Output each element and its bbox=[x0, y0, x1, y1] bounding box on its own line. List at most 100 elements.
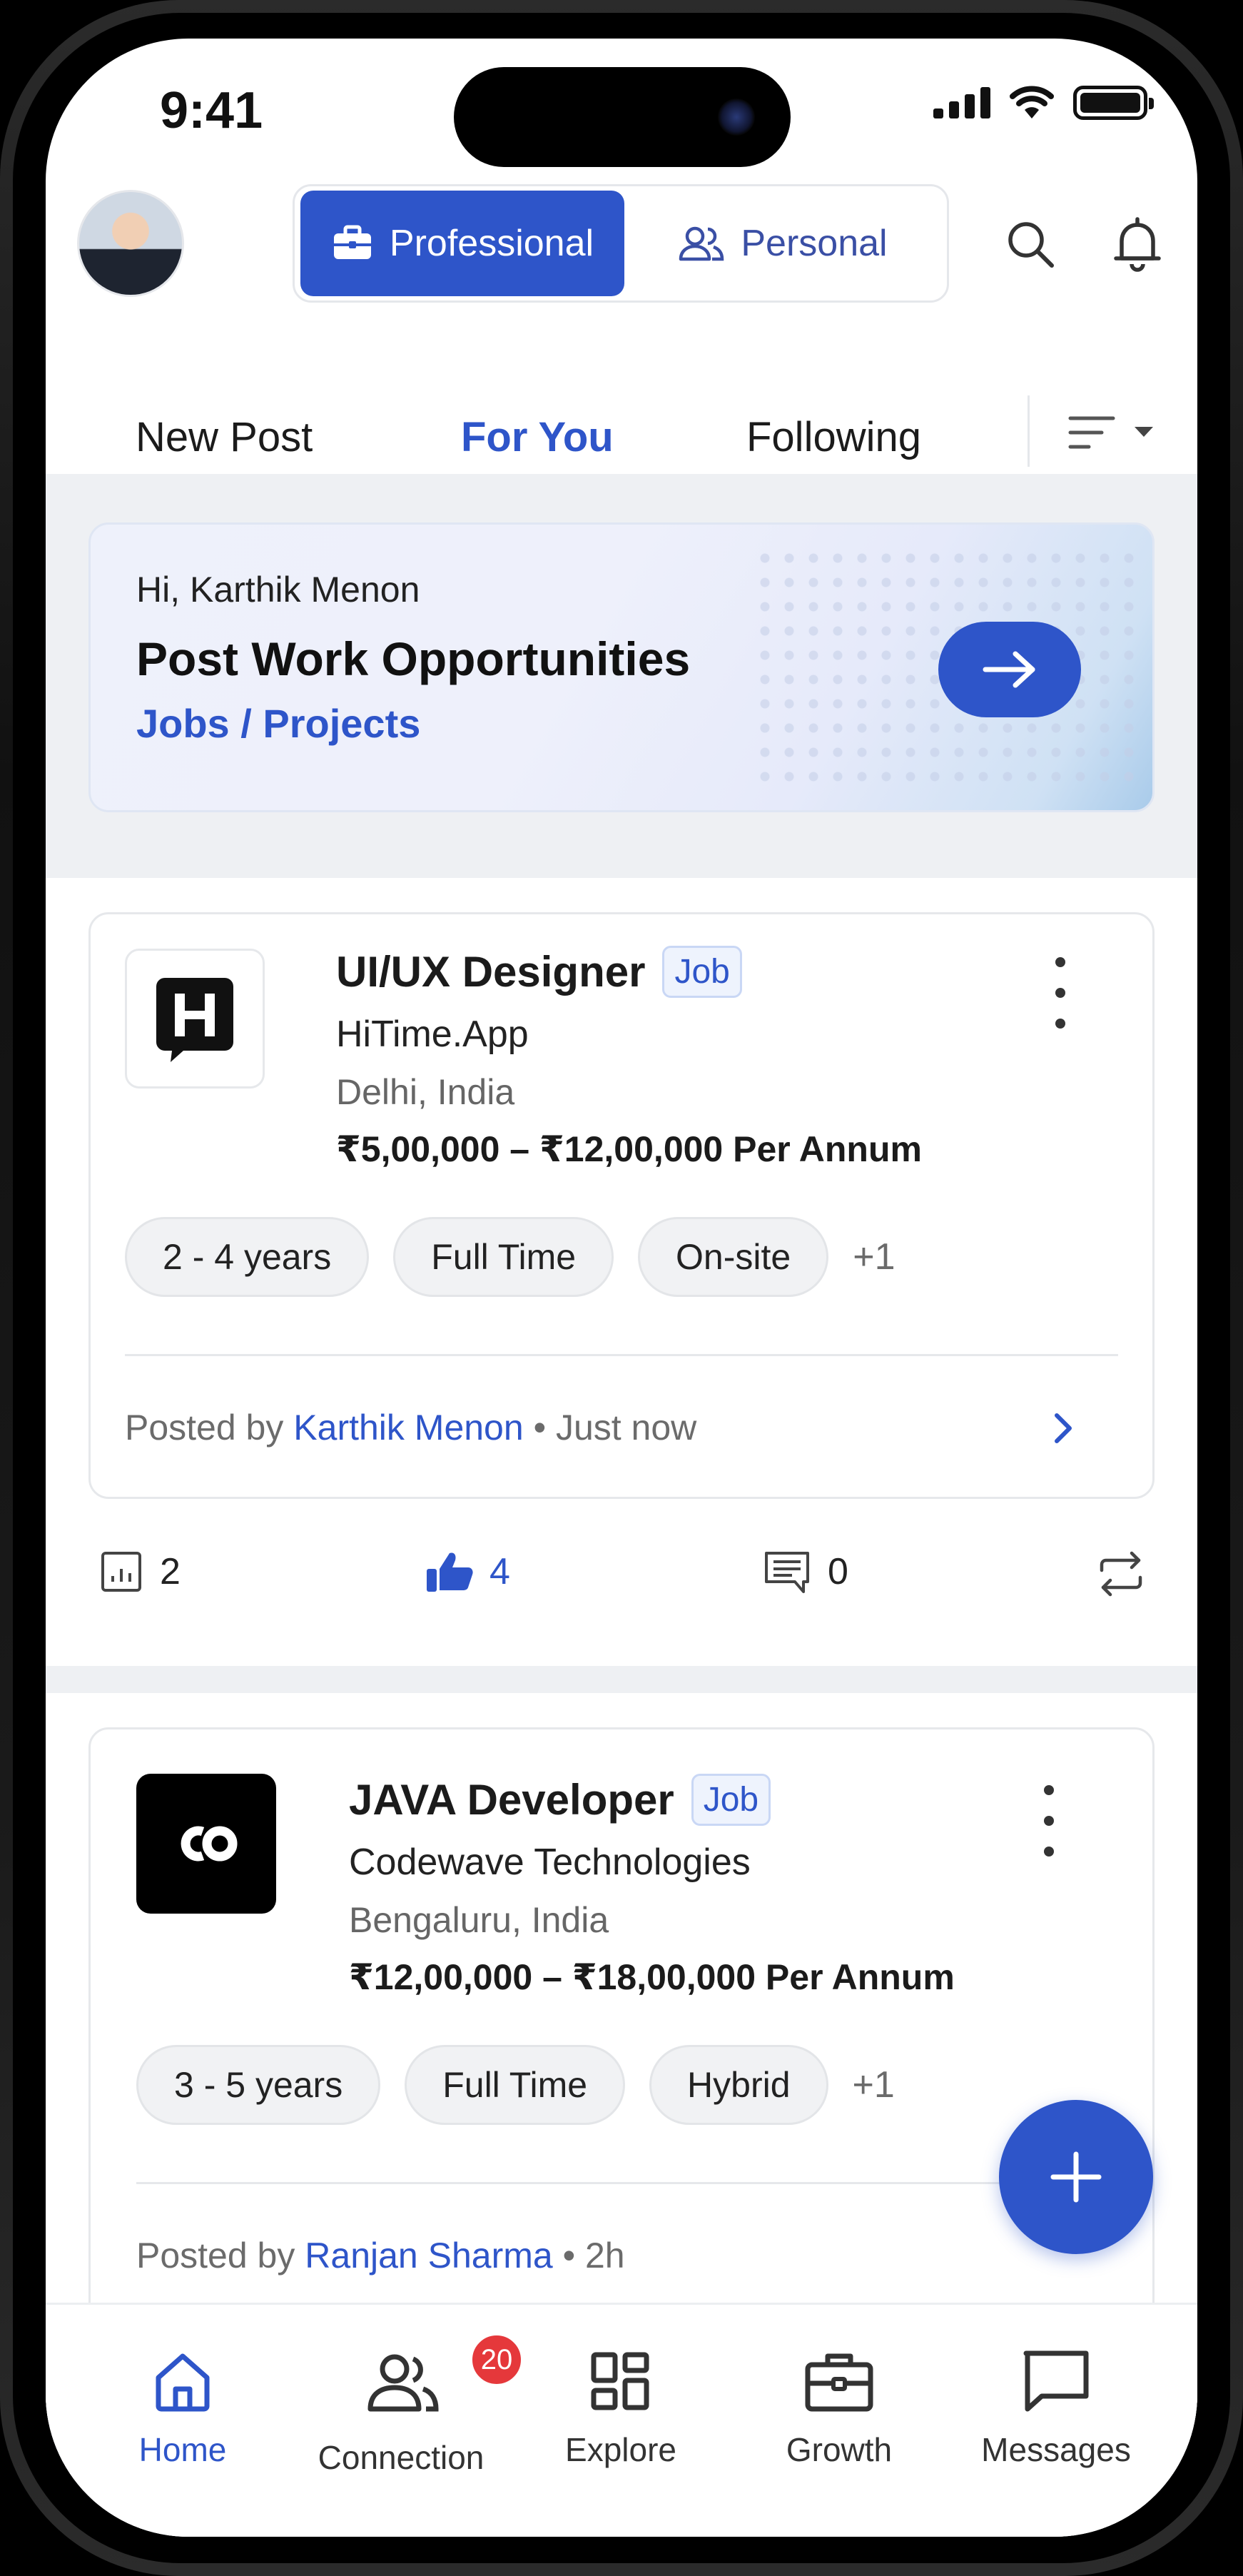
avatar[interactable] bbox=[77, 190, 184, 297]
feed-tabs: New Post For You Following bbox=[46, 388, 1197, 485]
professional-label: Professional bbox=[389, 223, 594, 264]
company-logo bbox=[136, 1774, 276, 1914]
repost-icon[interactable] bbox=[1096, 1549, 1146, 1599]
comment-button[interactable]: 0 bbox=[762, 1549, 848, 1595]
tag-workplace: On-site bbox=[638, 1217, 829, 1297]
job-title[interactable]: UI/UX Designer Job bbox=[336, 946, 742, 998]
views-count[interactable]: 2 bbox=[98, 1549, 181, 1595]
bell-icon[interactable] bbox=[1109, 216, 1166, 273]
tab-divider bbox=[1028, 395, 1030, 467]
card-divider bbox=[125, 1354, 1118, 1356]
nav-growth[interactable]: Growth bbox=[739, 2348, 939, 2469]
nav-connection[interactable]: 20 Connection bbox=[301, 2332, 524, 2477]
salary-range: ₹12,00,000 – ₹18,00,000 Per Annum bbox=[349, 1957, 955, 1997]
dynamic-island bbox=[454, 67, 791, 167]
card-divider bbox=[136, 2182, 1118, 2184]
job-title[interactable]: JAVA Developer Job bbox=[349, 1774, 771, 1826]
thumbs-up-icon bbox=[427, 1552, 473, 1592]
nav-messages[interactable]: Messages bbox=[956, 2348, 1156, 2469]
feed-post: JAVA Developer Job Codewave Technologies… bbox=[46, 1693, 1197, 2407]
analytics-icon bbox=[101, 1552, 141, 1592]
create-post-fab[interactable] bbox=[999, 2100, 1153, 2254]
explore-icon bbox=[591, 2352, 649, 2410]
company-name[interactable]: HiTime.App bbox=[336, 1013, 529, 1056]
tab-new-post[interactable]: New Post bbox=[136, 413, 313, 461]
nav-messages-label: Messages bbox=[981, 2431, 1131, 2468]
briefcase-icon bbox=[805, 2353, 873, 2412]
tag-employment-type: Full Time bbox=[405, 2045, 626, 2125]
tab-for-you[interactable]: For You bbox=[461, 413, 614, 461]
posted-by: Posted by Ranjan Sharma • 2h bbox=[136, 2235, 625, 2276]
users-icon bbox=[679, 226, 724, 261]
connection-icon-wrap: 20 bbox=[362, 2332, 524, 2424]
more-options-icon[interactable] bbox=[1038, 1785, 1060, 1857]
posted-by: Posted by Karthik Menon • Just now bbox=[125, 1407, 696, 1448]
likes-value: 4 bbox=[489, 1551, 510, 1592]
connection-icon bbox=[367, 2354, 439, 2412]
briefcase-icon bbox=[333, 225, 371, 259]
tag-experience: 2 - 4 years bbox=[125, 1217, 370, 1297]
camera-icon bbox=[718, 99, 755, 136]
nav-explore[interactable]: Explore bbox=[521, 2348, 721, 2469]
codewave-logo-icon bbox=[181, 1826, 238, 1862]
tag-experience: 3 - 5 years bbox=[136, 2045, 381, 2125]
search-icon[interactable] bbox=[1002, 216, 1059, 273]
connection-count-badge: 20 bbox=[469, 2332, 524, 2388]
nav-connection-label: Connection bbox=[318, 2439, 484, 2476]
job-tags: 3 - 5 years Full Time Hybrid +1 bbox=[136, 2045, 895, 2125]
tag-workplace: Hybrid bbox=[649, 2045, 828, 2125]
nav-explore-label: Explore bbox=[565, 2431, 676, 2468]
more-options-icon[interactable] bbox=[1050, 957, 1071, 1029]
post-opportunity-banner[interactable]: Hi, Karthik Menon Post Work Opportunitie… bbox=[88, 522, 1155, 812]
posted-time: • 2h bbox=[552, 2236, 625, 2276]
message-icon bbox=[1023, 2350, 1089, 2412]
job-tags: 2 - 4 years Full Time On-site +1 bbox=[125, 1217, 896, 1297]
company-logo bbox=[125, 949, 265, 1089]
promo-greeting: Hi, Karthik Menon bbox=[136, 570, 420, 610]
nav-growth-label: Growth bbox=[786, 2431, 893, 2468]
job-type-badge: Job bbox=[662, 946, 742, 998]
wifi-icon bbox=[1010, 86, 1054, 118]
tag-employment-type: Full Time bbox=[393, 1217, 614, 1297]
profile-mode-toggle: Professional Personal bbox=[293, 184, 949, 303]
views-value: 2 bbox=[160, 1551, 181, 1592]
promo-title: Post Work Opportunities bbox=[136, 632, 691, 685]
job-title-text: UI/UX Designer bbox=[336, 948, 646, 996]
home-icon bbox=[156, 2353, 210, 2412]
more-tags-count[interactable]: +1 bbox=[853, 1236, 895, 1278]
app-screen: 9:41 Professional Personal New Post For … bbox=[46, 39, 1197, 2537]
chevron-right-icon[interactable] bbox=[1050, 1407, 1078, 1450]
tab-following[interactable]: Following bbox=[746, 413, 921, 461]
job-type-badge: Job bbox=[691, 1774, 771, 1826]
job-location: Delhi, India bbox=[336, 1072, 515, 1112]
poster-name-link[interactable]: Ranjan Sharma bbox=[305, 2236, 552, 2276]
job-card[interactable]: UI/UX Designer Job HiTime.App Delhi, Ind… bbox=[88, 912, 1155, 1499]
promo-subtitle: Jobs / Projects bbox=[136, 701, 421, 746]
company-name[interactable]: Codewave Technologies bbox=[349, 1841, 751, 1884]
job-card[interactable]: JAVA Developer Job Codewave Technologies… bbox=[88, 1727, 1155, 2334]
comment-icon bbox=[765, 1552, 809, 1593]
more-tags-count[interactable]: +1 bbox=[853, 2064, 895, 2106]
salary-range: ₹5,00,000 – ₹12,00,000 Per Annum bbox=[336, 1129, 922, 1169]
professional-mode-button[interactable]: Professional bbox=[300, 191, 624, 296]
posted-time: • Just now bbox=[523, 1408, 697, 1448]
nav-home[interactable]: Home bbox=[83, 2348, 283, 2469]
promo-arrow-button[interactable] bbox=[938, 622, 1081, 717]
arrow-right-icon bbox=[983, 651, 1035, 688]
comments-value: 0 bbox=[828, 1551, 848, 1592]
personal-mode-button[interactable]: Personal bbox=[624, 191, 941, 296]
battery-icon bbox=[1073, 86, 1154, 120]
status-time: 9:41 bbox=[160, 82, 263, 139]
signal-icon bbox=[933, 87, 990, 118]
posted-by-prefix: Posted by bbox=[136, 2236, 295, 2276]
poster-name-link[interactable]: Karthik Menon bbox=[293, 1408, 523, 1448]
job-location: Bengaluru, India bbox=[349, 1900, 609, 1940]
like-button[interactable]: 4 bbox=[424, 1549, 510, 1595]
personal-label: Personal bbox=[741, 223, 888, 264]
sort-filter-icon[interactable] bbox=[1067, 411, 1160, 454]
job-title-text: JAVA Developer bbox=[349, 1776, 674, 1824]
post-actions: 2 4 0 bbox=[46, 1523, 1197, 1630]
posted-by-prefix: Posted by bbox=[125, 1408, 284, 1448]
nav-home-label: Home bbox=[138, 2431, 227, 2468]
hitime-logo-icon bbox=[156, 978, 233, 1062]
